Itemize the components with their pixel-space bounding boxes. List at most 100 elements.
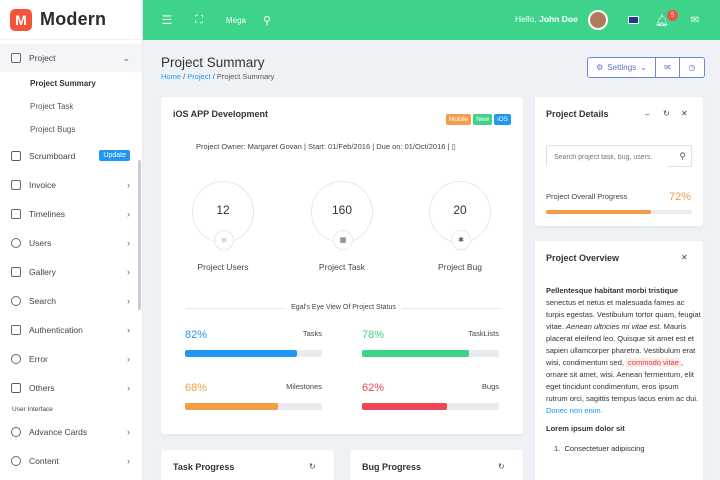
chevron-right-icon: › [127,208,130,219]
sidebar-item-authentication[interactable]: Authentication › [0,315,142,344]
mega-menu-link[interactable]: Mega [223,0,249,40]
stat-circle-users: 12 ☺ [192,181,254,250]
overview-heading: Lorem ipsum dolor sit [546,424,625,433]
sidebar-scrollbar[interactable] [138,160,141,310]
check-square-icon [11,150,21,161]
overall-progress-label: Project Overall Progress [546,192,628,201]
sidebar-subitem-project-bugs[interactable]: Project Bugs [0,118,142,141]
calendar-icon: ▦ [333,230,353,250]
uk-flag-icon[interactable] [628,16,639,24]
mail-icon[interactable]: ✉ [688,0,702,40]
alert-icon [11,353,21,364]
lock-icon [11,324,21,335]
sidebar-item-label: Content [29,455,59,466]
breadcrumb-home[interactable]: Home [161,72,181,81]
clock-icon: ◷ [688,63,696,72]
progress-fill-tasklists [362,350,469,357]
task-progress-card: Task Progress ↻ [161,450,334,480]
chevron-down-icon: ⌄ [122,52,130,63]
chevron-right-icon: › [127,237,130,248]
breadcrumb-current: Project Summary [216,72,275,81]
sidebar-item-error[interactable]: Error › [0,344,142,373]
breadcrumb: Home / Project / Project Summary [161,72,274,81]
sidebar-item-label: Invoice [29,179,56,190]
sidebar-item-scrumboard[interactable]: Scrumboard Update [0,141,142,170]
stat-value: 20 [453,203,467,217]
sidebar-item-timelines[interactable]: Timelines › [0,199,142,228]
brand[interactable]: M Modern [0,0,142,40]
breadcrumb-project[interactable]: Project [187,72,210,81]
bug-icon: ✱ [451,230,471,250]
sidebar-nav: Project ⌄ Project Summary Project Task P… [0,40,142,475]
settings-label: Settings [607,63,637,72]
topbar: ☰ ⛶ Mega ⚲ Hello, John Doe 🔔︎ 5 ✉ [143,0,720,40]
chevron-right-icon: › [127,382,130,393]
sidebar-subitem-project-summary[interactable]: Project Summary [0,72,142,95]
project-details-title: Project Details [546,109,609,119]
sidebar-item-others[interactable]: Others › [0,373,142,402]
avatar[interactable] [588,10,608,30]
sidebar-item-label: Others [29,382,55,393]
project-overview-card: Project Overview ✕ Pellentesque habitant… [535,241,703,480]
bug-progress-title: Bug Progress [362,462,422,472]
overview-link[interactable]: Donec non enim. [546,406,603,415]
overview-emphasis: Aenean ultricies mi vitae est. [566,322,662,331]
sidebar-item-label: Scrumboard [29,150,76,161]
bug-progress-card: Bug Progress ↻ [350,450,523,480]
progress-label-tasklists: TaskLists [468,329,499,338]
project-search-box: ⚲ [546,145,692,168]
progress-bar-tasklists [362,350,499,357]
overview-bold: Pellentesque habitant morbi tristique [546,286,679,295]
sidebar-item-invoice[interactable]: Invoice › [0,170,142,199]
tag-ios: iOS [494,114,511,125]
close-icon[interactable]: ✕ [681,109,688,118]
progress-pct-tasks: 82% [185,329,208,341]
greeting[interactable]: Hello, John Doe [515,14,578,24]
stat-label: Project Bug [438,262,482,272]
project-card-title: iOS APP Development [173,109,269,119]
stat-value: 160 [331,203,353,217]
project-card: iOS APP Development Mobile New iOS Project… [161,97,523,434]
settings-button[interactable]: ⚙ Settings ⌄ [588,58,656,77]
sidebar-item-label: Authentication [29,324,83,335]
minus-icon[interactable]: – [645,110,649,119]
clock-button[interactable]: ◷ [680,58,704,77]
stat-label: Project Task [318,262,366,272]
stat-label: Project Users [197,262,249,272]
search-icon [11,295,21,306]
clipboard-icon [11,179,21,190]
project-search-input[interactable] [547,147,667,168]
tag-mobile: Mobile [445,114,472,125]
user-icon: ☺ [214,230,234,250]
project-overview-title: Project Overview [546,253,620,263]
refresh-icon[interactable]: ↻ [309,462,316,471]
mail-button[interactable]: ✉ [656,58,680,77]
stat-value: 12 [216,203,230,217]
sidebar-item-search[interactable]: Search › [0,286,142,315]
progress-label-bugs: Bugs [481,382,499,391]
chevron-right-icon: › [127,353,130,364]
chevron-right-icon: › [127,266,130,277]
tag-new: New [473,114,493,125]
progress-pct-milestones: 68% [185,382,208,394]
sidebar-item-content[interactable]: Content › [0,446,142,475]
menu-icon[interactable]: ☰ [159,0,175,40]
sidebar-item-project[interactable]: Project ⌄ [0,44,142,72]
refresh-icon[interactable]: ↻ [663,109,670,118]
page-title: Project Summary [161,55,265,70]
clipboard-icon [11,382,21,393]
refresh-icon[interactable]: ↻ [498,462,505,471]
bell-icon[interactable]: 🔔︎ [655,0,669,40]
sidebar-subitem-project-task[interactable]: Project Task [0,95,142,118]
sidebar-item-users[interactable]: Users › [0,228,142,257]
sidebar-item-advance-cards[interactable]: Advance Cards › [0,417,142,446]
sidebar-item-gallery[interactable]: Gallery › [0,257,142,286]
fullscreen-icon[interactable]: ⛶ [191,0,207,40]
close-icon[interactable]: ✕ [681,253,688,262]
sidebar: M Modern Project ⌄ Project Summary Proje… [0,0,143,480]
progress-fill-milestones [185,403,279,410]
search-icon[interactable]: ⚲ [679,151,686,162]
stat-circle-bugs: 20 ✱ [429,181,491,250]
compass-icon [11,455,21,466]
search-icon[interactable]: ⚲ [260,0,274,40]
